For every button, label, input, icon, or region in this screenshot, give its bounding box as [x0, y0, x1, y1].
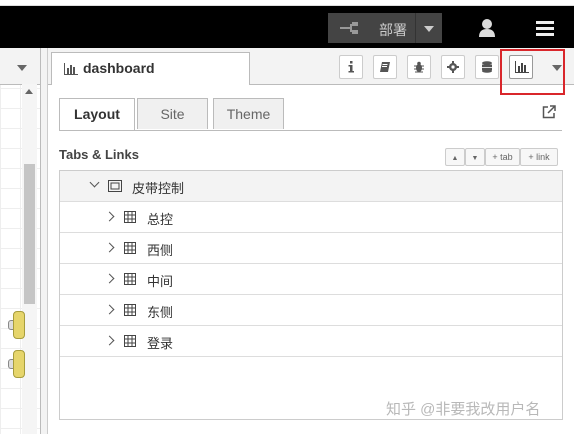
debug-tab-button[interactable]: [407, 55, 431, 79]
deploy-dropdown-caret[interactable]: [415, 13, 442, 43]
flow-workspace[interactable]: [0, 48, 41, 434]
tab-dashboard-label: dashboard: [83, 60, 155, 76]
highlight-box-annotation: [500, 49, 565, 95]
deploy-button[interactable]: 部署: [328, 13, 442, 43]
scroll-up-arrow[interactable]: [25, 89, 33, 94]
chevron-right-icon[interactable]: [104, 211, 115, 222]
tree-item-row[interactable]: 东侧: [60, 295, 562, 326]
workspace-scrollbar[interactable]: [22, 84, 37, 434]
subtab-layout[interactable]: Layout: [59, 98, 135, 130]
user-button[interactable]: [470, 14, 504, 44]
expand-all-button[interactable]: ▼: [465, 148, 485, 166]
hamburger-menu-icon: [536, 21, 554, 36]
sidebar-tabbar: dashboard: [48, 48, 574, 85]
subtab-site[interactable]: Site: [137, 98, 208, 129]
tree-item-row[interactable]: 登录: [60, 326, 562, 357]
tree-item-label: 登录: [147, 336, 174, 351]
tabs-links-title: Tabs & Links: [59, 147, 139, 162]
database-icon: [482, 61, 492, 73]
deploy-label: 部署: [379, 22, 407, 38]
dashboard-subtabs: Layout Site Theme: [59, 98, 562, 131]
collapse-all-button[interactable]: ▲: [445, 148, 465, 166]
tab-dashboard[interactable]: dashboard: [51, 52, 250, 85]
chevron-right-icon[interactable]: [104, 335, 115, 346]
dashboard-group-icon: [108, 180, 122, 192]
tree-item-row[interactable]: 总控: [60, 202, 562, 233]
tree-item-label: 总控: [147, 212, 174, 227]
info-icon: [348, 61, 354, 73]
app-header: 部署: [0, 6, 574, 48]
add-link-button[interactable]: + link: [520, 148, 558, 166]
subtab-theme[interactable]: Theme: [213, 98, 284, 129]
tree-item-label: 西侧: [147, 243, 174, 258]
scrollbar-thumb[interactable]: [24, 164, 35, 304]
chevron-up-icon: ▲: [451, 155, 459, 162]
help-tab-button[interactable]: [373, 55, 397, 79]
gear-icon: [447, 61, 459, 73]
chevron-right-icon[interactable]: [104, 273, 115, 284]
tree-item-row[interactable]: 中间: [60, 264, 562, 295]
table-icon: [124, 273, 136, 285]
deploy-icon: [340, 22, 358, 34]
chevron-down-icon[interactable]: [89, 177, 100, 188]
tabs-tree: 皮带控制 总控 西侧 中间 东侧 登录: [59, 170, 563, 420]
main-menu-button[interactable]: [528, 14, 562, 44]
chevron-right-icon[interactable]: [104, 304, 115, 315]
tree-group-label: 皮带控制: [132, 181, 185, 196]
workspace-tab-menu-caret[interactable]: [17, 65, 27, 71]
table-icon: [124, 335, 136, 347]
sidebar: dashboard Layout Site Theme Tabs & Links…: [48, 48, 574, 434]
tree-item-label: 中间: [147, 274, 174, 289]
bug-icon: [414, 61, 424, 73]
table-icon: [124, 211, 136, 223]
workspace-tabbar: [0, 48, 40, 85]
tree-item-row[interactable]: 西侧: [60, 233, 562, 264]
table-icon: [124, 242, 136, 254]
external-link-icon[interactable]: [542, 105, 556, 119]
book-icon: [380, 62, 390, 72]
config-tab-button[interactable]: [441, 55, 465, 79]
sidebar-resize-handle[interactable]: [41, 48, 48, 434]
tree-item-label: 东侧: [147, 305, 174, 320]
add-tab-button[interactable]: + tab: [485, 148, 520, 166]
flow-node[interactable]: [13, 350, 25, 378]
watermark-text: 知乎 @非要我改用户名: [386, 401, 541, 418]
chevron-right-icon[interactable]: [104, 242, 115, 253]
tree-group-row[interactable]: 皮带控制: [60, 171, 562, 202]
user-icon: [479, 19, 495, 37]
context-tab-button[interactable]: [475, 55, 499, 79]
bar-chart-icon: [64, 63, 78, 75]
flow-node[interactable]: [13, 311, 25, 339]
info-tab-button[interactable]: [339, 55, 363, 79]
chevron-down-icon: ▼: [471, 155, 479, 162]
table-icon: [124, 304, 136, 316]
